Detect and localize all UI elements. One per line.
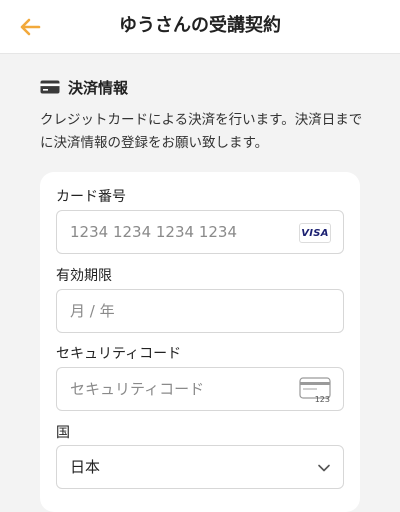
card-number-input[interactable]: 1234 1234 1234 1234 VISA [56, 210, 344, 254]
payment-form-card: カード番号 1234 1234 1234 1234 VISA 有効期限 月 / … [40, 172, 360, 512]
expiry-label: 有効期限 [56, 268, 112, 284]
section-title: 決済情報 [68, 78, 129, 97]
country-select[interactable]: 日本 [56, 445, 344, 489]
credit-card-icon [40, 80, 60, 94]
security-code-placeholder: セキュリティコード [70, 380, 205, 398]
card-number-label: カード番号 [56, 189, 126, 205]
page-title: ゆうさんの受講契約 [119, 15, 281, 36]
payment-section-header: 決済情報 [40, 75, 128, 99]
main-content: 決済情報 クレジットカードによる決済を行います。決済日までに決済情報の登録をお願… [0, 55, 400, 512]
card-number-placeholder: 1234 1234 1234 1234 [70, 223, 237, 241]
expiry-placeholder: 月 / 年 [70, 302, 115, 320]
chevron-down-icon [318, 464, 330, 472]
svg-text:123: 123 [315, 395, 330, 403]
cvc-card-icon: 123 [299, 377, 331, 403]
security-code-label: セキュリティコード [56, 346, 182, 362]
visa-brand-icon: VISA [299, 223, 331, 243]
expiry-input[interactable]: 月 / 年 [56, 289, 344, 333]
country-label: 国 [56, 425, 70, 441]
security-code-input[interactable]: セキュリティコード 123 [56, 367, 344, 411]
app-header: ゆうさんの受講契約 [0, 0, 400, 54]
country-value: 日本 [70, 458, 101, 476]
payment-description: クレジットカードによる決済を行います。決済日までに決済情報の登録をお願い致します… [40, 112, 363, 151]
